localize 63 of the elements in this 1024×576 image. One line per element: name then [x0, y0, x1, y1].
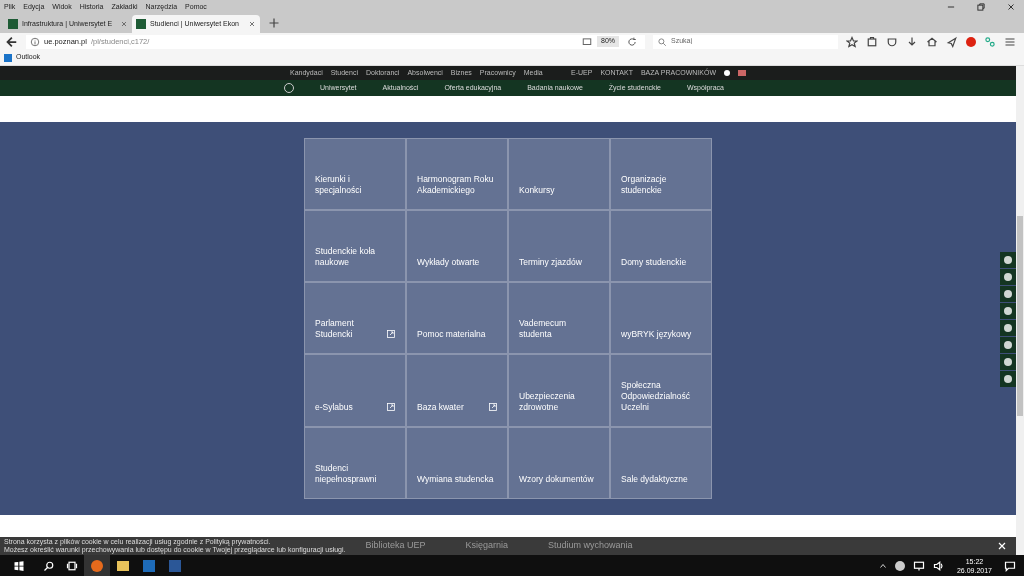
social-icon[interactable]	[1000, 252, 1016, 268]
extension-icon[interactable]	[984, 35, 996, 48]
social-icon[interactable]	[1000, 337, 1016, 353]
footer-link[interactable]: Biblioteka UEP	[365, 539, 426, 553]
contrast-icon[interactable]	[724, 70, 730, 76]
tile-link[interactable]: Wymiana studencka	[406, 426, 508, 499]
external-link-icon	[387, 402, 395, 411]
social-icon[interactable]	[1000, 269, 1016, 285]
pocket-icon[interactable]	[886, 35, 898, 48]
tile-link[interactable]: Organizacje studenckie	[610, 137, 712, 211]
volume-icon[interactable]	[932, 559, 945, 572]
download-icon[interactable]	[906, 35, 918, 48]
tile-link[interactable]: Wzory dokumentów	[508, 426, 610, 499]
social-icon[interactable]	[1000, 320, 1016, 336]
task-view-icon[interactable]	[66, 559, 78, 572]
network-icon[interactable]	[912, 559, 925, 572]
external-link-icon	[489, 402, 497, 411]
social-icon[interactable]	[1000, 286, 1016, 302]
tile-link[interactable]: e-Sylabus	[304, 354, 406, 427]
tile-link[interactable]: Domy studenckie	[610, 210, 712, 283]
social-icon[interactable]	[1000, 371, 1016, 387]
send-icon[interactable]	[946, 35, 958, 48]
close-icon[interactable]	[1006, 2, 1016, 12]
tile-link[interactable]: Kierunki i specjalności	[304, 137, 406, 211]
start-icon[interactable]	[13, 559, 25, 572]
footer-link[interactable]: Księgarnia	[465, 539, 509, 553]
tile-link[interactable]: Baza kwater	[406, 354, 508, 427]
tile-link[interactable]: Harmonogram Roku Akademickiego	[406, 137, 508, 211]
info-icon[interactable]	[30, 36, 40, 47]
reader-icon[interactable]	[581, 36, 593, 47]
tile-link[interactable]: Parlament Studencki	[304, 282, 406, 355]
close-icon[interactable]	[996, 540, 1008, 552]
new-tab-icon[interactable]	[268, 17, 280, 29]
notifications-icon[interactable]	[1004, 559, 1016, 572]
external-link-icon	[387, 330, 395, 339]
reload-icon[interactable]	[627, 36, 637, 47]
chevron-up-icon[interactable]	[878, 561, 887, 570]
tile-link[interactable]: Sale dydaktyczne	[610, 426, 712, 499]
adblock-icon[interactable]	[966, 36, 976, 47]
favicon-icon	[8, 19, 18, 29]
scrollbar[interactable]	[1016, 66, 1024, 555]
social-icon[interactable]	[1000, 303, 1016, 319]
tile-link[interactable]: wyBRYK językowy	[610, 282, 712, 355]
tile-link[interactable]: Ubezpieczenia zdrowotne	[508, 354, 610, 427]
home-icon[interactable]	[926, 35, 938, 48]
social-icon[interactable]	[1000, 354, 1016, 370]
library-icon[interactable]	[866, 35, 878, 48]
tile-link[interactable]: Studenckie koła naukowe	[304, 210, 406, 283]
restore-icon[interactable]	[976, 2, 986, 12]
search-icon[interactable]	[43, 559, 55, 572]
tile-link[interactable]: Społeczna Odpowiedzialność Uczelni	[610, 354, 712, 427]
tile-link[interactable]: Konkursy	[508, 137, 610, 211]
tile-link[interactable]: Studenci niepełnosprawni	[304, 426, 406, 499]
app-tray-icon[interactable]	[894, 560, 905, 571]
footer-link[interactable]: Studium wychowania	[548, 539, 633, 553]
tile-link[interactable]: Vademecum studenta	[508, 282, 610, 355]
favicon-icon	[136, 19, 146, 29]
tile-link[interactable]: Wykłady otwarte	[406, 210, 508, 283]
firefox-icon[interactable]	[84, 555, 110, 576]
star-icon[interactable]	[846, 35, 858, 48]
tile-link[interactable]: Terminy zjazdów	[508, 210, 610, 283]
tile-link[interactable]: Pomoc materialna	[406, 282, 508, 355]
back-icon[interactable]	[4, 34, 18, 49]
